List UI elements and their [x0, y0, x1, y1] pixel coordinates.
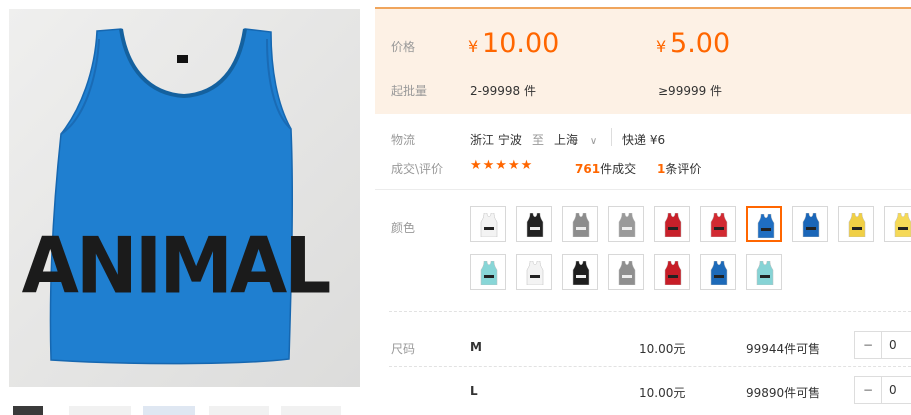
tank-top-icon [710, 213, 728, 237]
color-label: 颜色 [391, 221, 416, 235]
color-swatch-white[interactable] [470, 206, 506, 242]
minus-button[interactable]: − [855, 377, 882, 403]
color-swatch-aqua-2[interactable] [746, 254, 782, 290]
tank-top-icon [480, 261, 498, 285]
tank-print-text: ANIMAL [22, 221, 330, 311]
tank-top-icon [756, 261, 774, 285]
currency-symbol: ¥ [468, 37, 479, 56]
product-gallery: ANIMAL [0, 0, 372, 415]
price-box: 价格 ¥ 10.00 ¥ 5.00 起批量 2-99998 件 ≥99999 件 [375, 7, 911, 114]
shipping-method: 快递 ¥6 [622, 133, 666, 147]
color-swatch-red-3[interactable] [654, 254, 690, 290]
product-detail-panel: 价格 ¥ 10.00 ¥ 5.00 起批量 2-99998 件 ≥99999 件… [375, 0, 911, 415]
dashed-divider [389, 366, 911, 367]
tank-top-illustration: ANIMAL [9, 9, 360, 387]
tank-top-icon [848, 213, 866, 237]
color-swatch-blue-2[interactable] [792, 206, 828, 242]
thumbnail-strip [9, 406, 360, 415]
tank-top-icon [757, 214, 775, 238]
size-label: 尺码 [391, 342, 416, 356]
dashed-divider [389, 311, 911, 312]
tank-top-icon [526, 261, 544, 285]
tank-top-icon [526, 213, 544, 237]
color-swatch-aqua[interactable] [470, 254, 506, 290]
rating-stars: ★★★★★ [470, 158, 534, 173]
shipping-destination-select[interactable]: 上海 ∨ [554, 131, 597, 148]
color-swatch-white-yellow[interactable] [516, 254, 552, 290]
moq-label: 起批量 [391, 84, 428, 98]
size-stock-m: 99944件可售 [746, 342, 821, 356]
sold-stat[interactable]: 761件成交 [575, 160, 636, 177]
quantity-value[interactable]: 0 [889, 377, 897, 403]
thumbnail-3[interactable] [143, 406, 195, 415]
deals-label: 成交\评价 [391, 162, 444, 176]
tank-top-icon [572, 213, 590, 237]
thumbnail-1[interactable] [13, 406, 43, 415]
product-main-image[interactable]: ANIMAL [9, 9, 360, 387]
sold-text: 件成交 [600, 162, 637, 176]
price-label: 价格 [391, 40, 416, 54]
thumbnail-5[interactable] [281, 406, 341, 415]
tank-top-icon [572, 261, 590, 285]
minus-button[interactable]: − [855, 332, 882, 358]
size-name-l: L [470, 384, 478, 398]
currency-symbol: ¥ [656, 37, 667, 56]
tank-top-icon [618, 261, 636, 285]
color-swatch-black[interactable] [516, 206, 552, 242]
sold-count: 761 [575, 162, 601, 176]
moq-range-2: ≥99999 件 [658, 84, 723, 98]
size-stock-l: 99890件可售 [746, 386, 821, 400]
size-name-m: M [470, 340, 482, 354]
color-swatch-blue[interactable] [746, 206, 782, 242]
price-tier-2: ¥ 5.00 [656, 28, 730, 59]
shipping-origin: 浙江 宁波 [470, 133, 522, 147]
price-value: 10.00 [482, 28, 560, 59]
tank-top-icon [618, 213, 636, 237]
color-swatch-yellow[interactable] [838, 206, 874, 242]
thumbnail-4[interactable] [209, 406, 269, 415]
color-swatch-yellow-2[interactable] [884, 206, 911, 242]
quantity-stepper-l[interactable]: − 0 [854, 376, 911, 404]
shipping-to-word: 至 [532, 133, 545, 147]
color-swatch-grey[interactable] [562, 206, 598, 242]
color-swatch-red[interactable] [654, 206, 690, 242]
review-stat[interactable]: 1条评价 [657, 160, 701, 177]
price-tier-1: ¥ 10.00 [468, 28, 559, 59]
destination-text: 上海 [554, 133, 579, 147]
moq-range-1: 2-99998 件 [470, 84, 536, 98]
color-swatch-grey-2[interactable] [608, 206, 644, 242]
color-swatch-red-2[interactable] [700, 206, 736, 242]
tank-top-icon [480, 213, 498, 237]
color-swatch-black-yellow[interactable] [562, 254, 598, 290]
size-price-m: 10.00元 [639, 342, 686, 356]
section-divider [375, 189, 911, 190]
size-price-l: 10.00元 [639, 386, 686, 400]
color-swatch-grey-3[interactable] [608, 254, 644, 290]
color-swatch-blue-3[interactable] [700, 254, 736, 290]
price-value: 5.00 [670, 28, 731, 59]
tank-top-icon [664, 213, 682, 237]
divider [611, 128, 612, 146]
review-text: 条评价 [665, 162, 702, 176]
shipping-label: 物流 [391, 133, 416, 147]
tank-top-icon [664, 261, 682, 285]
tank-top-icon [802, 213, 820, 237]
chevron-down-icon: ∨ [589, 136, 598, 147]
quantity-stepper-m[interactable]: − 0 [854, 331, 911, 359]
tank-top-icon [710, 261, 728, 285]
thumbnail-2[interactable] [69, 406, 131, 415]
tank-top-icon [894, 213, 911, 237]
quantity-value[interactable]: 0 [889, 332, 897, 358]
